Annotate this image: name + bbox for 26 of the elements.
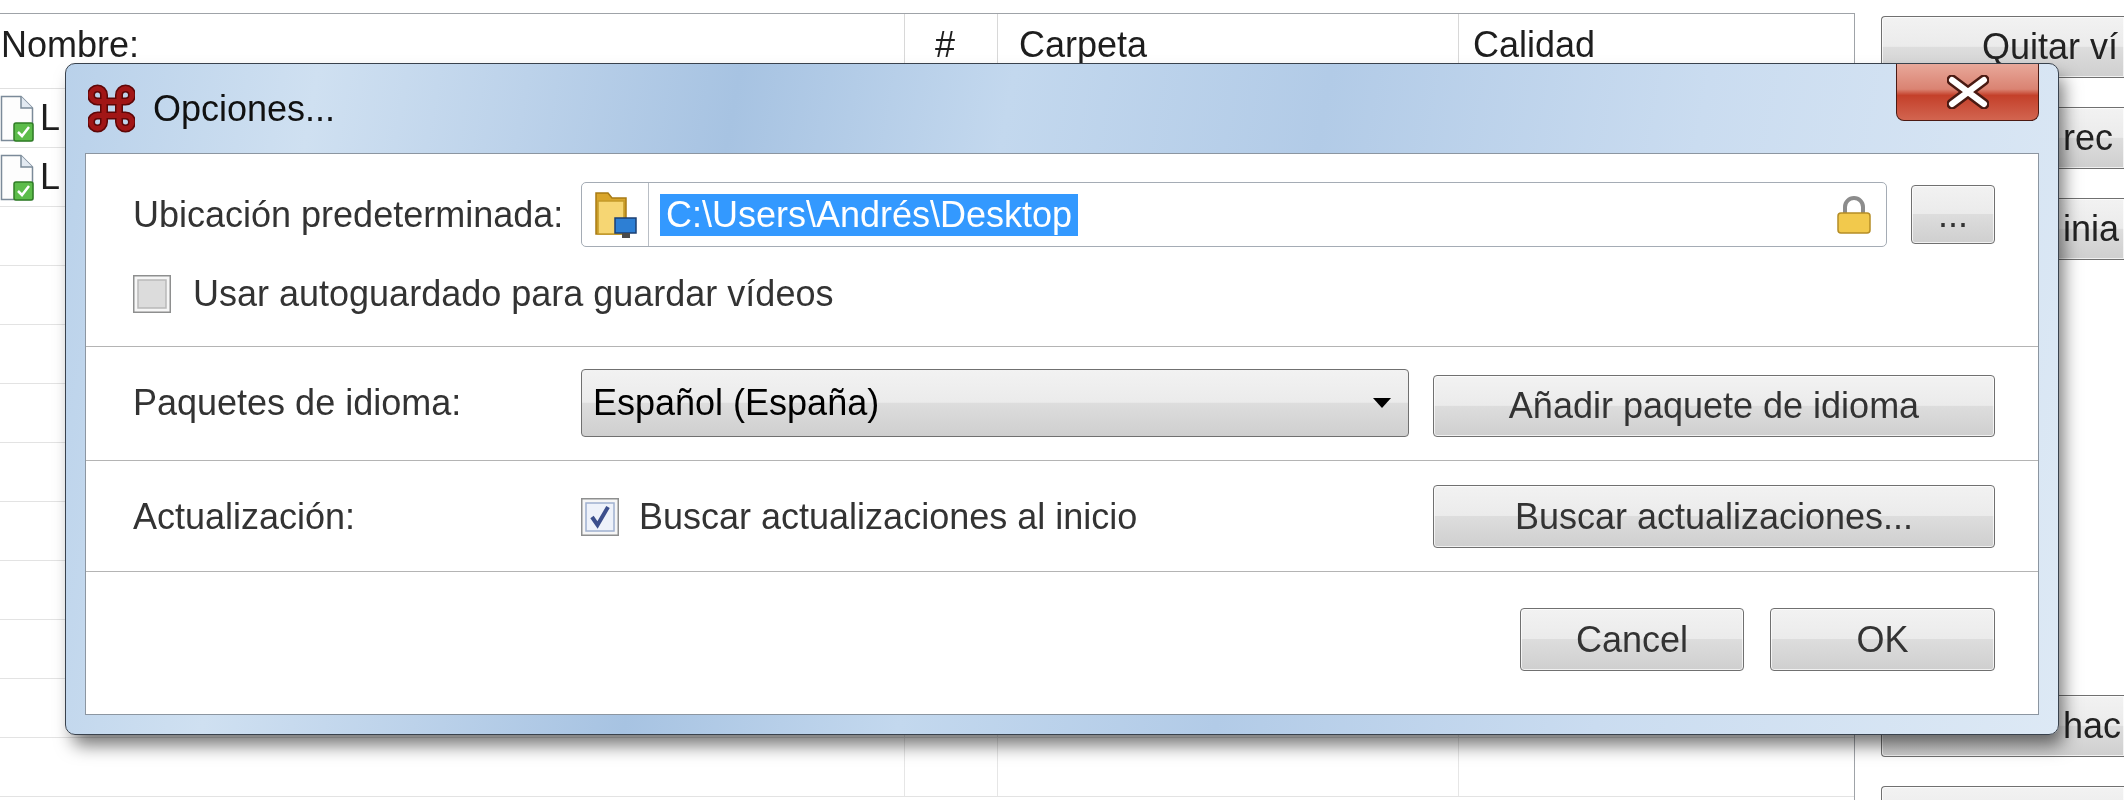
file-name: L — [40, 98, 61, 138]
file-name: L — [40, 157, 61, 197]
close-icon — [1946, 75, 1989, 109]
folder-icon — [592, 189, 638, 240]
field-label: Paquetes de idioma: — [133, 383, 463, 423]
caret-down-icon — [1373, 398, 1391, 408]
add-language-button[interactable]: Añadir paquete de idioma — [1433, 375, 1995, 437]
language-dropdown[interactable]: Español (España) — [581, 369, 1409, 437]
close-button[interactable] — [1896, 64, 2039, 121]
checkbox[interactable] — [581, 497, 619, 536]
column-header[interactable]: Carpeta — [1019, 27, 1148, 63]
command-symbol-icon — [88, 84, 135, 133]
column-header[interactable]: Nombre: — [1, 27, 140, 63]
column-header[interactable]: Calidad — [1473, 27, 1596, 63]
ok-button[interactable]: OK — [1770, 608, 1995, 671]
field-label: Actualización: — [133, 496, 357, 537]
browse-button[interactable]: ... — [1911, 185, 1995, 244]
cancel-button[interactable]: Cancel — [1520, 608, 1744, 671]
checkbox-label: Usar autoguardado para guardar vídeos — [193, 274, 834, 314]
field-label: Ubicación predeterminada: — [133, 194, 565, 235]
column-header[interactable]: # — [935, 27, 956, 63]
check-updates-button[interactable]: Buscar actualizaciones... — [1433, 485, 1995, 548]
checkbox-label: Buscar actualizaciones al inicio — [639, 496, 1138, 537]
lock-icon — [1835, 194, 1873, 235]
dialog-title: Opciones... — [153, 88, 336, 129]
checkbox[interactable] — [133, 275, 171, 313]
